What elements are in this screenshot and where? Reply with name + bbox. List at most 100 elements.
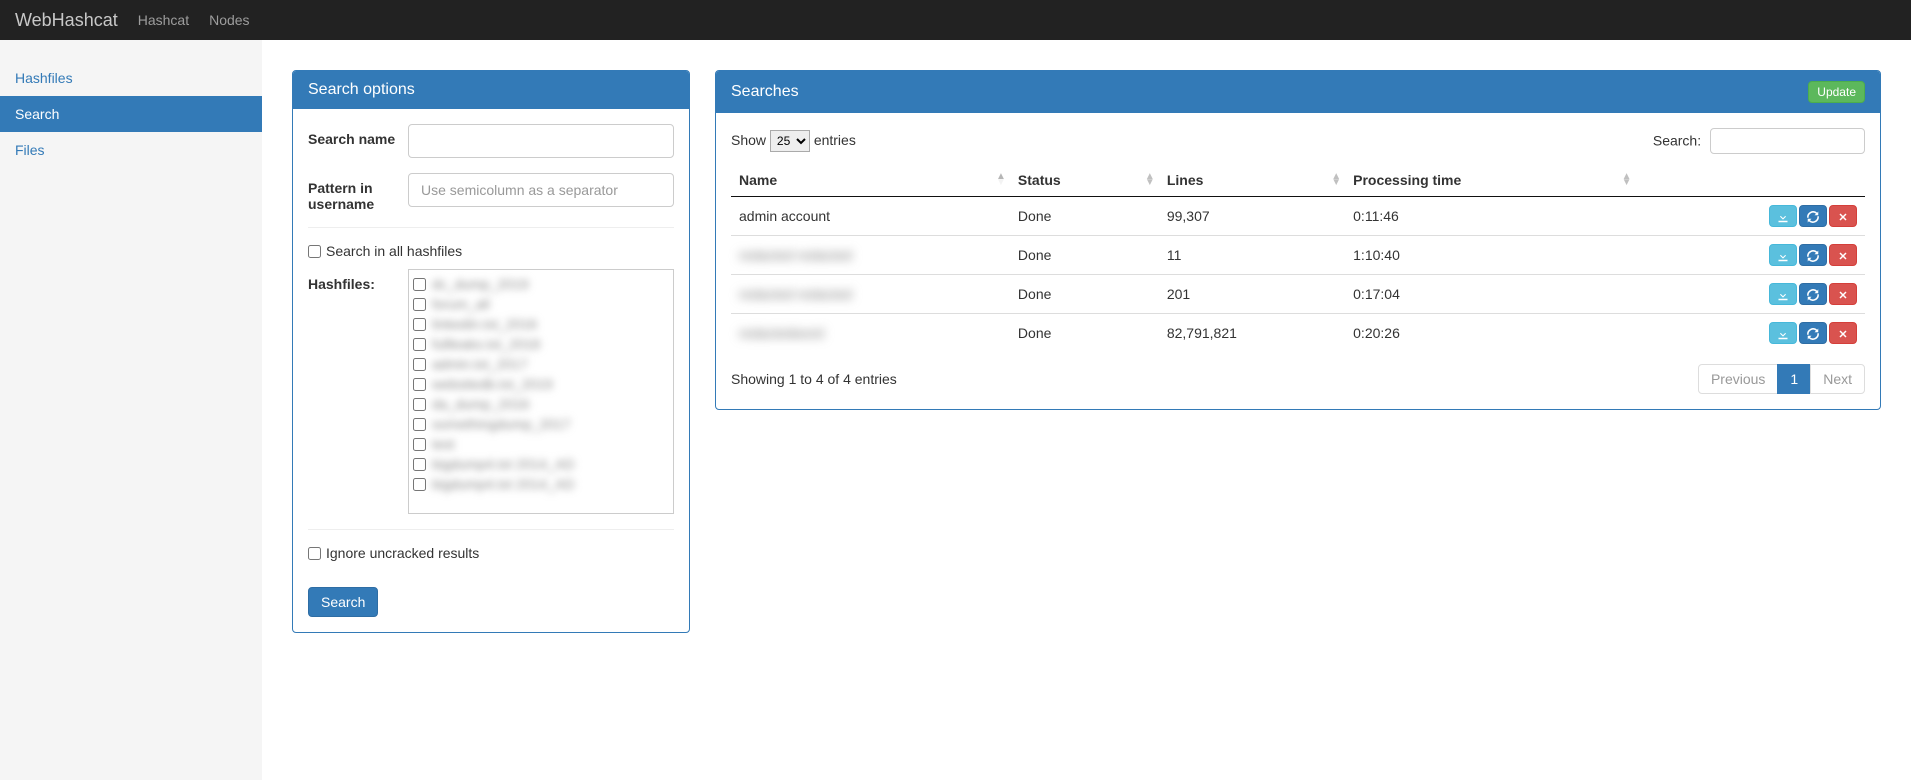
col-status[interactable]: Status▲▼	[1010, 164, 1159, 197]
col-lines[interactable]: Lines▲▼	[1159, 164, 1345, 197]
hashfile-item[interactable]: somethingdump_2017	[413, 414, 669, 434]
ignore-uncracked-checkbox[interactable]	[308, 547, 321, 560]
page-next[interactable]: Next	[1810, 364, 1865, 394]
hashfile-item[interactable]: websitedb.txt_2019	[413, 374, 669, 394]
hashfile-checkbox[interactable]	[413, 458, 426, 471]
delete-button[interactable]	[1829, 283, 1857, 305]
hashfile-item[interactable]: forum_all	[413, 294, 669, 314]
hashfile-checkbox[interactable]	[413, 438, 426, 451]
hashfile-checkbox[interactable]	[413, 418, 426, 431]
searches-table: Name▲▼Status▲▼Lines▲▼Processing time▲▼ a…	[731, 164, 1865, 352]
cell-lines: 201	[1159, 275, 1345, 314]
sort-icon: ▲▼	[1145, 174, 1155, 186]
close-icon	[1837, 328, 1849, 340]
hashfile-checkbox[interactable]	[413, 338, 426, 351]
download-button[interactable]	[1769, 205, 1797, 227]
sidebar: HashfilesSearchFiles	[0, 40, 262, 780]
delete-button[interactable]	[1829, 322, 1857, 344]
download-button[interactable]	[1769, 322, 1797, 344]
brand[interactable]: WebHashcat	[15, 10, 118, 31]
sort-icon: ▲▼	[996, 174, 1006, 186]
page-1[interactable]: 1	[1777, 364, 1811, 394]
download-icon	[1777, 211, 1789, 223]
close-icon	[1837, 211, 1849, 223]
hashfile-item[interactable]: bigdump4.txt 2014_AD	[413, 454, 669, 474]
hashfile-name: bigdump4.txt 2014_AD	[432, 456, 574, 472]
download-icon	[1777, 250, 1789, 262]
delete-button[interactable]	[1829, 244, 1857, 266]
hashfile-item[interactable]: linkedin.txt_2016	[413, 314, 669, 334]
searches-panel: Searches Update Show 25 entries Search:	[715, 70, 1881, 410]
cell-status: Done	[1010, 236, 1159, 275]
col-processing-time[interactable]: Processing time▲▼	[1345, 164, 1635, 197]
all-hashfiles-checkbox[interactable]	[308, 245, 321, 258]
sort-icon: ▲▼	[1331, 174, 1341, 186]
table-info: Showing 1 to 4 of 4 entries	[731, 371, 897, 387]
hashfile-name: dc_dump_2019	[432, 276, 529, 292]
filter-input[interactable]	[1710, 128, 1865, 154]
searches-title: Searches	[731, 83, 799, 101]
reload-button[interactable]	[1799, 322, 1827, 344]
hashfile-item[interactable]: da_dump_2016	[413, 394, 669, 414]
top-navbar: WebHashcat Hashcat Nodes	[0, 0, 1911, 40]
pattern-input[interactable]	[408, 173, 674, 207]
refresh-icon	[1807, 328, 1819, 340]
refresh-icon	[1807, 211, 1819, 223]
download-button[interactable]	[1769, 244, 1797, 266]
table-row: redactedwordDone82,791,8210:20:26	[731, 314, 1865, 353]
hashfile-name: bigdump4.txt 2014_AD	[432, 476, 574, 492]
hashfile-name: linkedin.txt_2016	[432, 316, 537, 332]
hashfile-checkbox[interactable]	[413, 298, 426, 311]
hashfile-checkbox[interactable]	[413, 398, 426, 411]
hashfile-checkbox[interactable]	[413, 478, 426, 491]
hashfiles-label: Hashfiles:	[308, 269, 408, 292]
cell-lines: 82,791,821	[1159, 314, 1345, 353]
hashfile-name: da_dump_2016	[432, 396, 529, 412]
reload-button[interactable]	[1799, 244, 1827, 266]
download-button[interactable]	[1769, 283, 1797, 305]
sidebar-item-hashfiles[interactable]: Hashfiles	[0, 60, 262, 96]
cell-actions	[1636, 197, 1865, 236]
hashfile-name: fullleaks.txt_2018	[432, 336, 540, 352]
hashfile-name: somethingdump_2017	[432, 416, 571, 432]
page-prev[interactable]: Previous	[1698, 364, 1778, 394]
cell-actions	[1636, 314, 1865, 353]
download-icon	[1777, 289, 1789, 301]
hashfile-item[interactable]: admin.txt_2017	[413, 354, 669, 374]
hashfile-checkbox[interactable]	[413, 378, 426, 391]
hashfile-item[interactable]: test	[413, 434, 669, 454]
delete-button[interactable]	[1829, 205, 1857, 227]
hashfile-checkbox[interactable]	[413, 318, 426, 331]
filter-control: Search:	[1653, 128, 1865, 154]
refresh-icon	[1807, 250, 1819, 262]
nav-link-hashcat[interactable]: Hashcat	[138, 12, 189, 28]
cell-status: Done	[1010, 314, 1159, 353]
col-name[interactable]: Name▲▼	[731, 164, 1010, 197]
show-label-pre: Show	[731, 132, 766, 148]
hashfile-item[interactable]: dc_dump_2019	[413, 274, 669, 294]
nav-link-nodes[interactable]: Nodes	[209, 12, 249, 28]
table-row: admin accountDone99,3070:11:46	[731, 197, 1865, 236]
cell-time: 0:11:46	[1345, 197, 1635, 236]
sidebar-item-files[interactable]: Files	[0, 132, 262, 168]
sidebar-item-search[interactable]: Search	[0, 96, 262, 132]
hashfile-checkbox[interactable]	[413, 358, 426, 371]
cell-name: redacted redacted	[731, 275, 1010, 314]
hashfile-item[interactable]: bigdump4.txt 2014_AD	[413, 474, 669, 494]
cell-name: redactedword	[731, 314, 1010, 353]
search-options-heading: Search options	[293, 71, 689, 109]
cell-lines: 11	[1159, 236, 1345, 275]
hashfile-list[interactable]: dc_dump_2019 forum_all linkedin.txt_2016fu…	[408, 269, 674, 514]
search-button[interactable]: Search	[308, 587, 378, 617]
reload-button[interactable]	[1799, 283, 1827, 305]
search-name-label: Search name	[308, 124, 408, 147]
filter-label: Search:	[1653, 133, 1701, 149]
table-row: redacted redactedDone111:10:40	[731, 236, 1865, 275]
hashfile-name: forum_all	[432, 296, 490, 312]
search-name-input[interactable]	[408, 124, 674, 158]
page-size-select[interactable]: 25	[770, 130, 810, 152]
reload-button[interactable]	[1799, 205, 1827, 227]
hashfile-item[interactable]: fullleaks.txt_2018	[413, 334, 669, 354]
update-button[interactable]: Update	[1808, 81, 1865, 103]
hashfile-checkbox[interactable]	[413, 278, 426, 291]
